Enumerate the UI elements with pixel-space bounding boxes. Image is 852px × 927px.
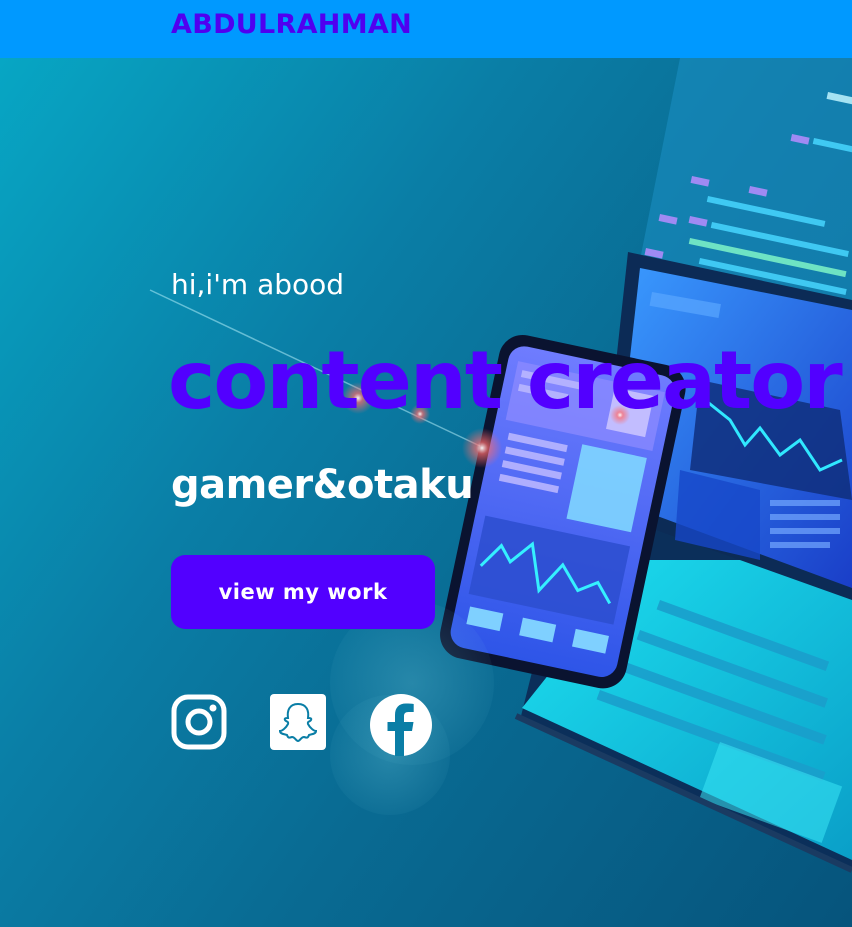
headline-text: content creator [168, 334, 843, 427]
navbar: ABDULRAHMAN [0, 0, 852, 58]
brand-logo-text[interactable]: ABDULRAHMAN [171, 9, 412, 40]
facebook-icon[interactable] [369, 693, 433, 757]
greeting-text: hi,i'm abood [171, 268, 345, 301]
hero-section: hi,i'm abood content creator gamer&otaku… [0, 58, 852, 927]
view-my-work-button[interactable]: view my work [171, 555, 435, 629]
instagram-icon[interactable] [171, 694, 227, 750]
snapchat-icon[interactable] [270, 694, 326, 750]
subline-text: gamer&otaku [171, 462, 474, 508]
